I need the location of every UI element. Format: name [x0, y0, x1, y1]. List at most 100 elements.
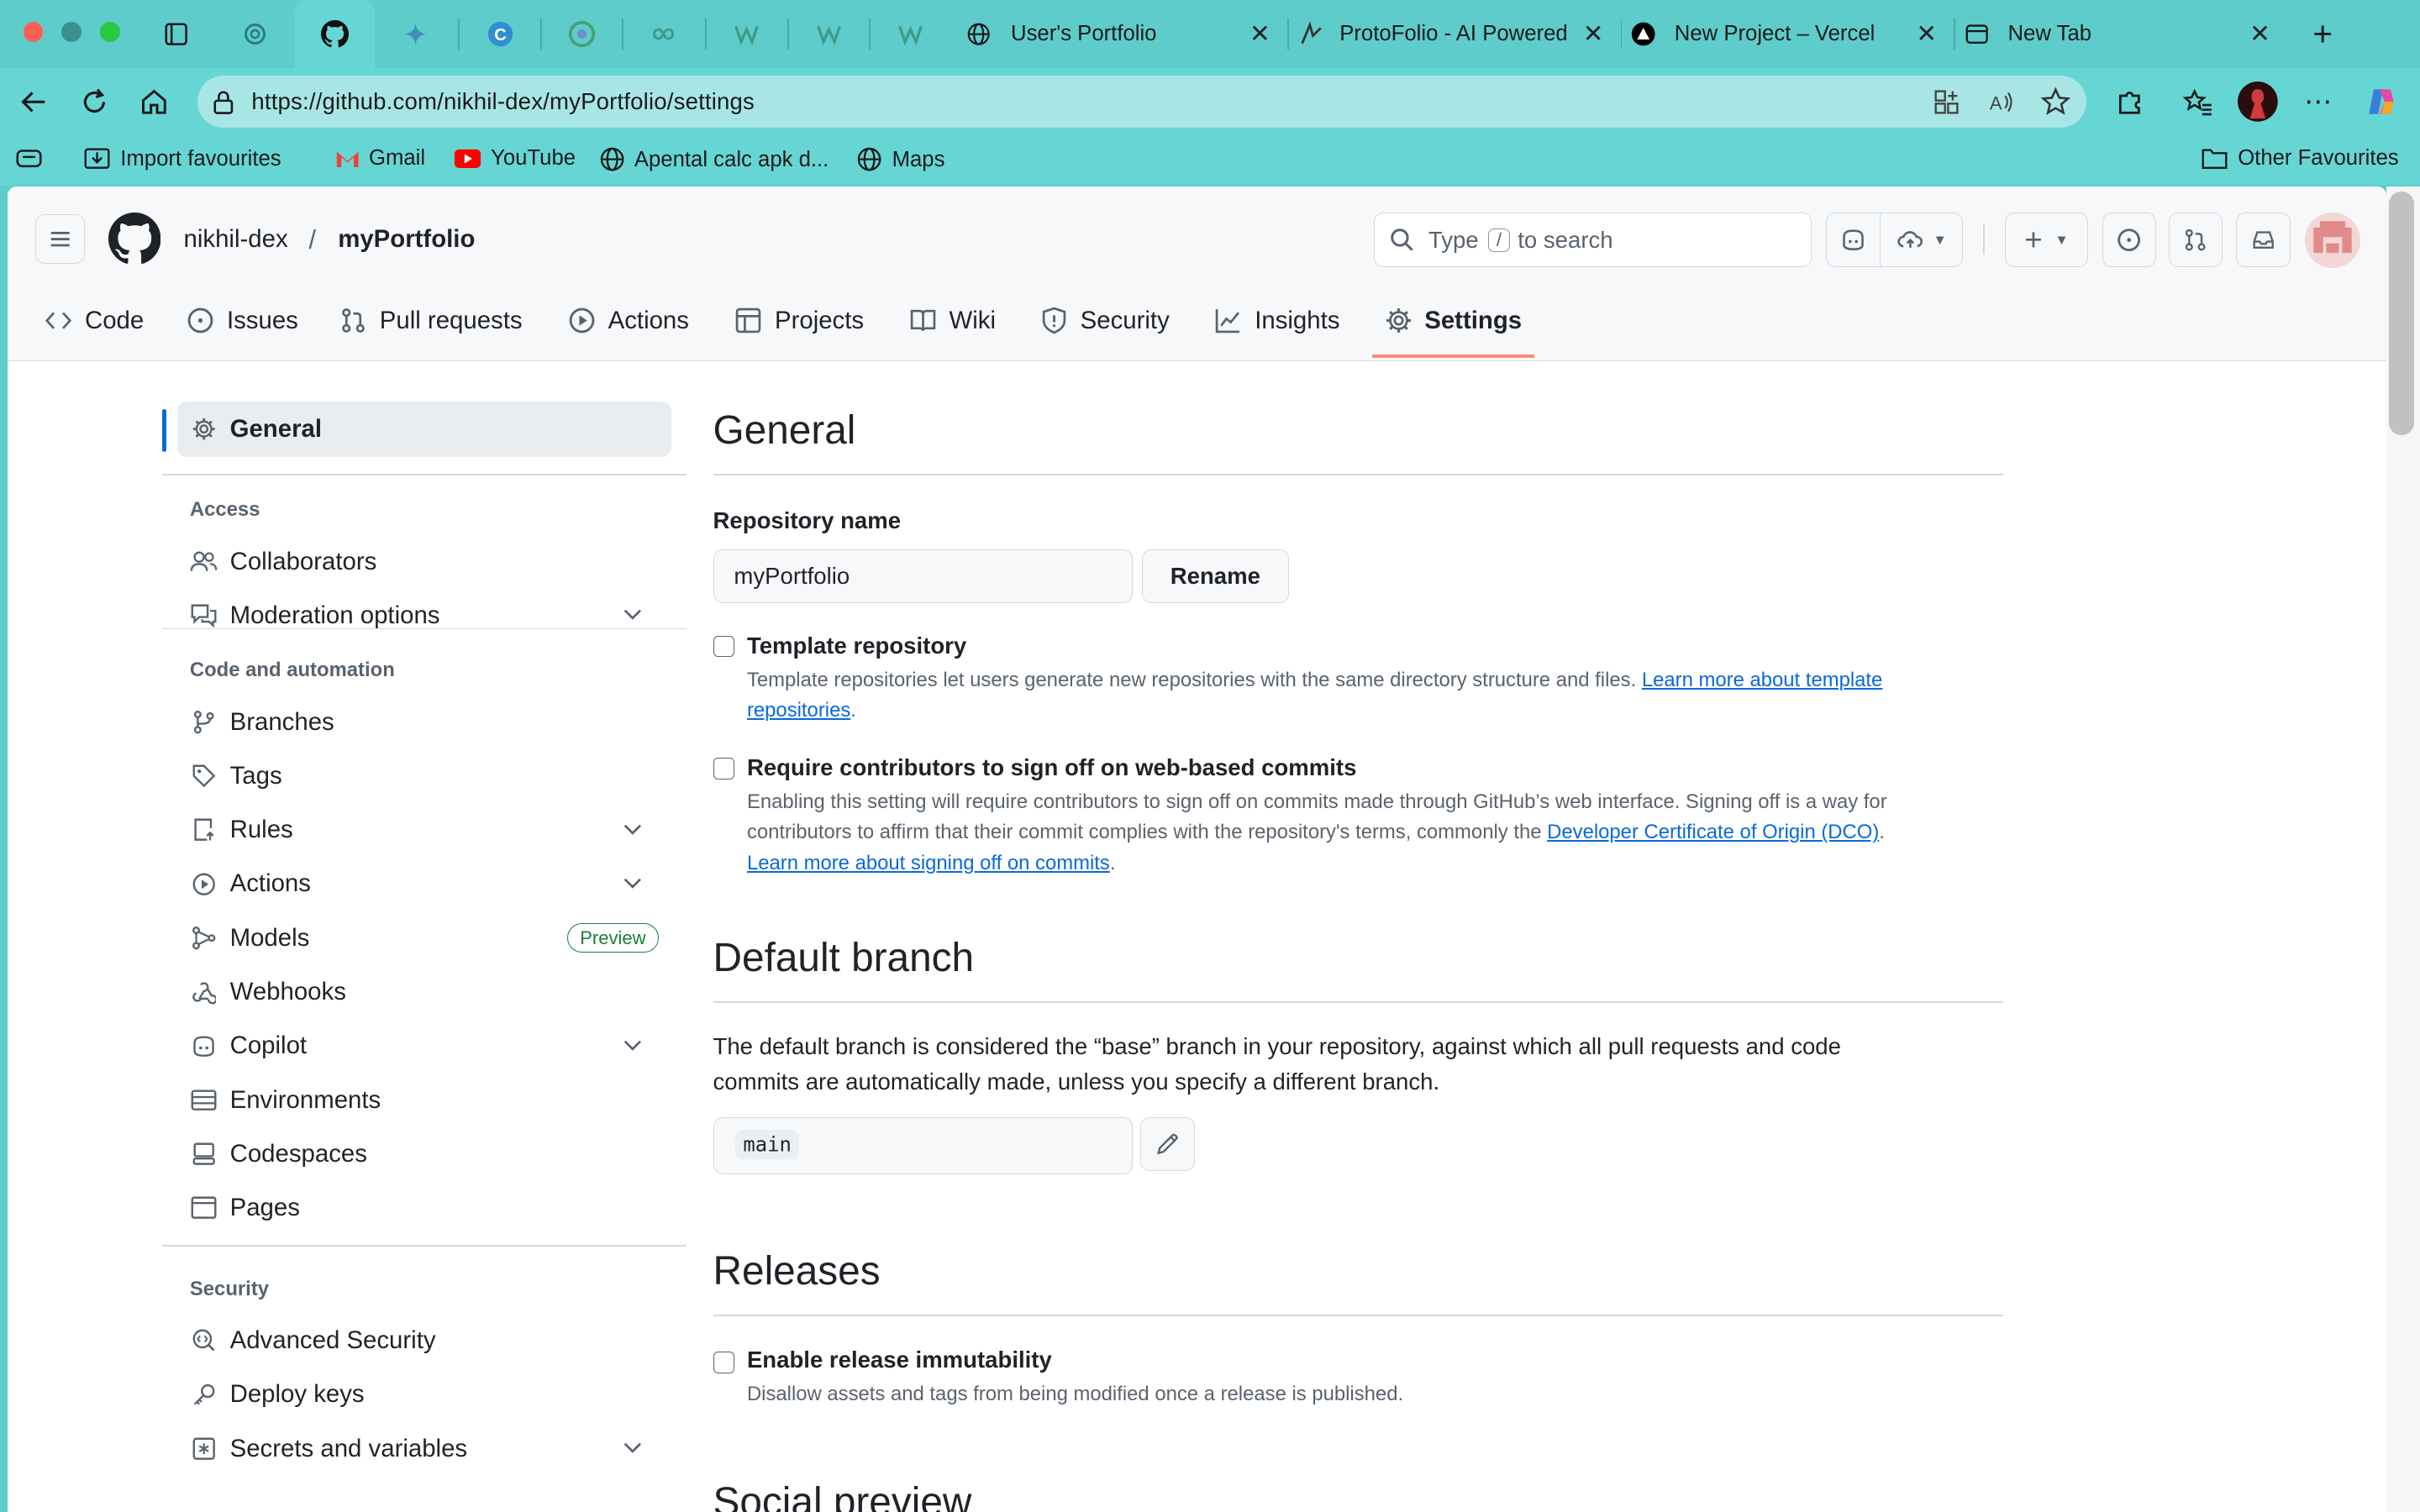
tab-security[interactable]: Security	[1040, 301, 1170, 341]
gear-icon	[1386, 308, 1411, 333]
pinned-tab-w1[interactable]	[707, 0, 787, 68]
sidebar-item-branches[interactable]: Branches	[177, 696, 671, 748]
edit-default-branch-button[interactable]	[1140, 1116, 1195, 1172]
signoff-checkbox[interactable]	[713, 757, 735, 780]
arrow-left-icon	[21, 92, 45, 113]
tab-users-portfolio[interactable]: User's Portfolio ✕	[957, 0, 1286, 68]
profile-button[interactable]	[2238, 81, 2278, 123]
more-options-button[interactable]: ⋯	[2298, 81, 2338, 122]
create-new-button[interactable]: + ▼	[2004, 213, 2089, 267]
signoff-description: Enabling this setting will require contr…	[746, 790, 1887, 875]
maximize-window-button[interactable]	[100, 21, 121, 42]
copilot-button[interactable]	[2361, 81, 2402, 122]
close-tab-icon[interactable]: ✕	[1583, 19, 1604, 49]
tab-actions-icon[interactable]	[136, 0, 217, 68]
back-button[interactable]	[14, 81, 55, 122]
sidebar-item-codespaces[interactable]: Codespaces	[177, 1128, 671, 1180]
tab-vercel[interactable]: New Project – Vercel ✕	[1623, 0, 1952, 68]
pinned-tab-chrome[interactable]	[542, 0, 623, 68]
tab-issues[interactable]: Issues	[187, 301, 298, 341]
hamburger-icon	[50, 231, 70, 247]
lock-icon[interactable]	[213, 90, 234, 114]
read-aloud-icon[interactable]: A	[1988, 88, 2016, 116]
sidebar-item-advanced-security[interactable]: Advanced Security	[177, 1315, 671, 1367]
favourites-button[interactable]	[2178, 81, 2218, 122]
tab-pull-requests[interactable]: Pull requests	[339, 301, 523, 341]
tab-actions[interactable]: Actions	[568, 301, 689, 341]
home-button[interactable]	[134, 81, 175, 122]
bookmark-gmail[interactable]: Gmail	[335, 146, 425, 171]
bookmarks-toggle[interactable]	[15, 146, 43, 171]
default-branch-value: main	[735, 1129, 800, 1160]
tab-new-tab[interactable]: New Tab ✕	[1957, 0, 2286, 68]
sidebar-item-collaborators[interactable]: Collaborators	[177, 535, 671, 587]
tab-protofolio[interactable]: ProtoFolio - AI Powered ✕	[1290, 0, 1618, 68]
github-logo-icon[interactable]	[108, 213, 160, 265]
tab-settings[interactable]: Settings	[1385, 301, 1522, 341]
sidebar-heading-access: Access	[189, 498, 260, 522]
comment-discussion-icon	[190, 601, 218, 629]
pinned-tab-openai[interactable]	[214, 0, 295, 68]
address-bar[interactable]: https://github.com/nikhil-dex/myPortfoli…	[197, 75, 2087, 129]
bookmark-apental[interactable]: Apental calc apk d...	[599, 146, 829, 172]
close-tab-icon[interactable]: ✕	[2249, 19, 2270, 49]
pinned-tab-gemini[interactable]	[375, 0, 455, 68]
tab-projects[interactable]: Projects	[734, 301, 864, 341]
issues-button[interactable]	[2102, 213, 2156, 267]
collections-icon	[16, 150, 42, 168]
page-scrollbar-thumb[interactable]	[2389, 191, 2414, 435]
sidebar-item-webhooks[interactable]: Webhooks	[177, 966, 671, 1018]
sidebar-item-deploy-keys[interactable]: Deploy keys	[177, 1368, 671, 1420]
sidebar-item-secrets-and-variables[interactable]: Secrets and variables	[177, 1422, 671, 1474]
sidebar-item-pages[interactable]: Pages	[177, 1182, 671, 1234]
learn-more-template-link[interactable]: Learn more about template	[1642, 669, 1883, 691]
pull-requests-button[interactable]	[2168, 213, 2223, 267]
sidebar-item-environments[interactable]: Environments	[177, 1074, 671, 1126]
tab-insights[interactable]: Insights	[1214, 301, 1339, 341]
copilot-dropdown-button[interactable]: ▼	[1880, 213, 1964, 267]
pinned-tab-canva[interactable]: C	[460, 0, 540, 68]
pinned-tab-w3[interactable]	[871, 0, 951, 68]
close-window-button[interactable]	[23, 21, 44, 42]
new-tab-button[interactable]: +	[2300, 0, 2346, 68]
template-repository-checkbox[interactable]	[713, 635, 735, 658]
bookmark-other-favourites[interactable]: Other Favourites	[2201, 146, 2399, 171]
dco-link[interactable]: Developer Certificate of Origin (DCO)	[1547, 821, 1879, 843]
active-item-marker	[161, 408, 167, 453]
sidebar-item-general[interactable]: General	[177, 401, 671, 457]
minimize-window-button[interactable]	[61, 21, 82, 42]
reload-button[interactable]	[74, 81, 114, 122]
inbox-button[interactable]	[2236, 213, 2291, 267]
rename-button[interactable]: Rename	[1142, 549, 1289, 604]
bookmark-youtube[interactable]: YouTube	[454, 146, 576, 171]
copilot-chat-button[interactable]	[1825, 213, 1881, 267]
pinned-tab-link[interactable]	[623, 0, 704, 68]
pinned-tab-github-active[interactable]	[294, 0, 376, 68]
extensions-button[interactable]	[2110, 81, 2150, 122]
social-preview-heading: Social preview	[713, 1480, 972, 1512]
star-icon[interactable]	[2040, 87, 2071, 118]
user-avatar[interactable]	[2304, 212, 2361, 269]
owner-link[interactable]: nikhil-dex	[184, 225, 288, 254]
sidebar-item-actions[interactable]: Actions	[177, 858, 671, 910]
sidebar-item-rules[interactable]: Rules	[177, 804, 671, 856]
close-tab-icon[interactable]: ✕	[1249, 19, 1270, 49]
learn-more-template-link-cont[interactable]: repositories	[747, 699, 850, 722]
app-available-icon[interactable]	[1933, 88, 1960, 116]
pinned-tab-w2[interactable]	[789, 0, 870, 68]
tab-wiki[interactable]: Wiki	[909, 301, 996, 341]
bookmark-import-favourites[interactable]: Import favourites	[83, 146, 281, 171]
release-immutability-checkbox[interactable]	[713, 1351, 735, 1373]
tab-code[interactable]: Code	[45, 301, 144, 341]
close-tab-icon[interactable]: ✕	[1916, 19, 1937, 49]
menu-button[interactable]	[35, 214, 85, 265]
bookmark-maps[interactable]: Maps	[856, 146, 944, 172]
repo-link[interactable]: myPortfolio	[338, 225, 475, 254]
sidebar-item-moderation-options[interactable]: Moderation options	[177, 590, 671, 642]
learn-more-signoff-link[interactable]: Learn more about signing off on commits	[747, 852, 1110, 874]
sidebar-item-tags[interactable]: Tags	[177, 750, 671, 802]
sidebar-item-copilot[interactable]: Copilot	[177, 1020, 671, 1072]
repo-name-input[interactable]: myPortfolio	[713, 549, 1134, 604]
sidebar-item-models[interactable]: Models Preview	[177, 911, 671, 963]
search-input[interactable]: Type / to search	[1373, 213, 1812, 267]
